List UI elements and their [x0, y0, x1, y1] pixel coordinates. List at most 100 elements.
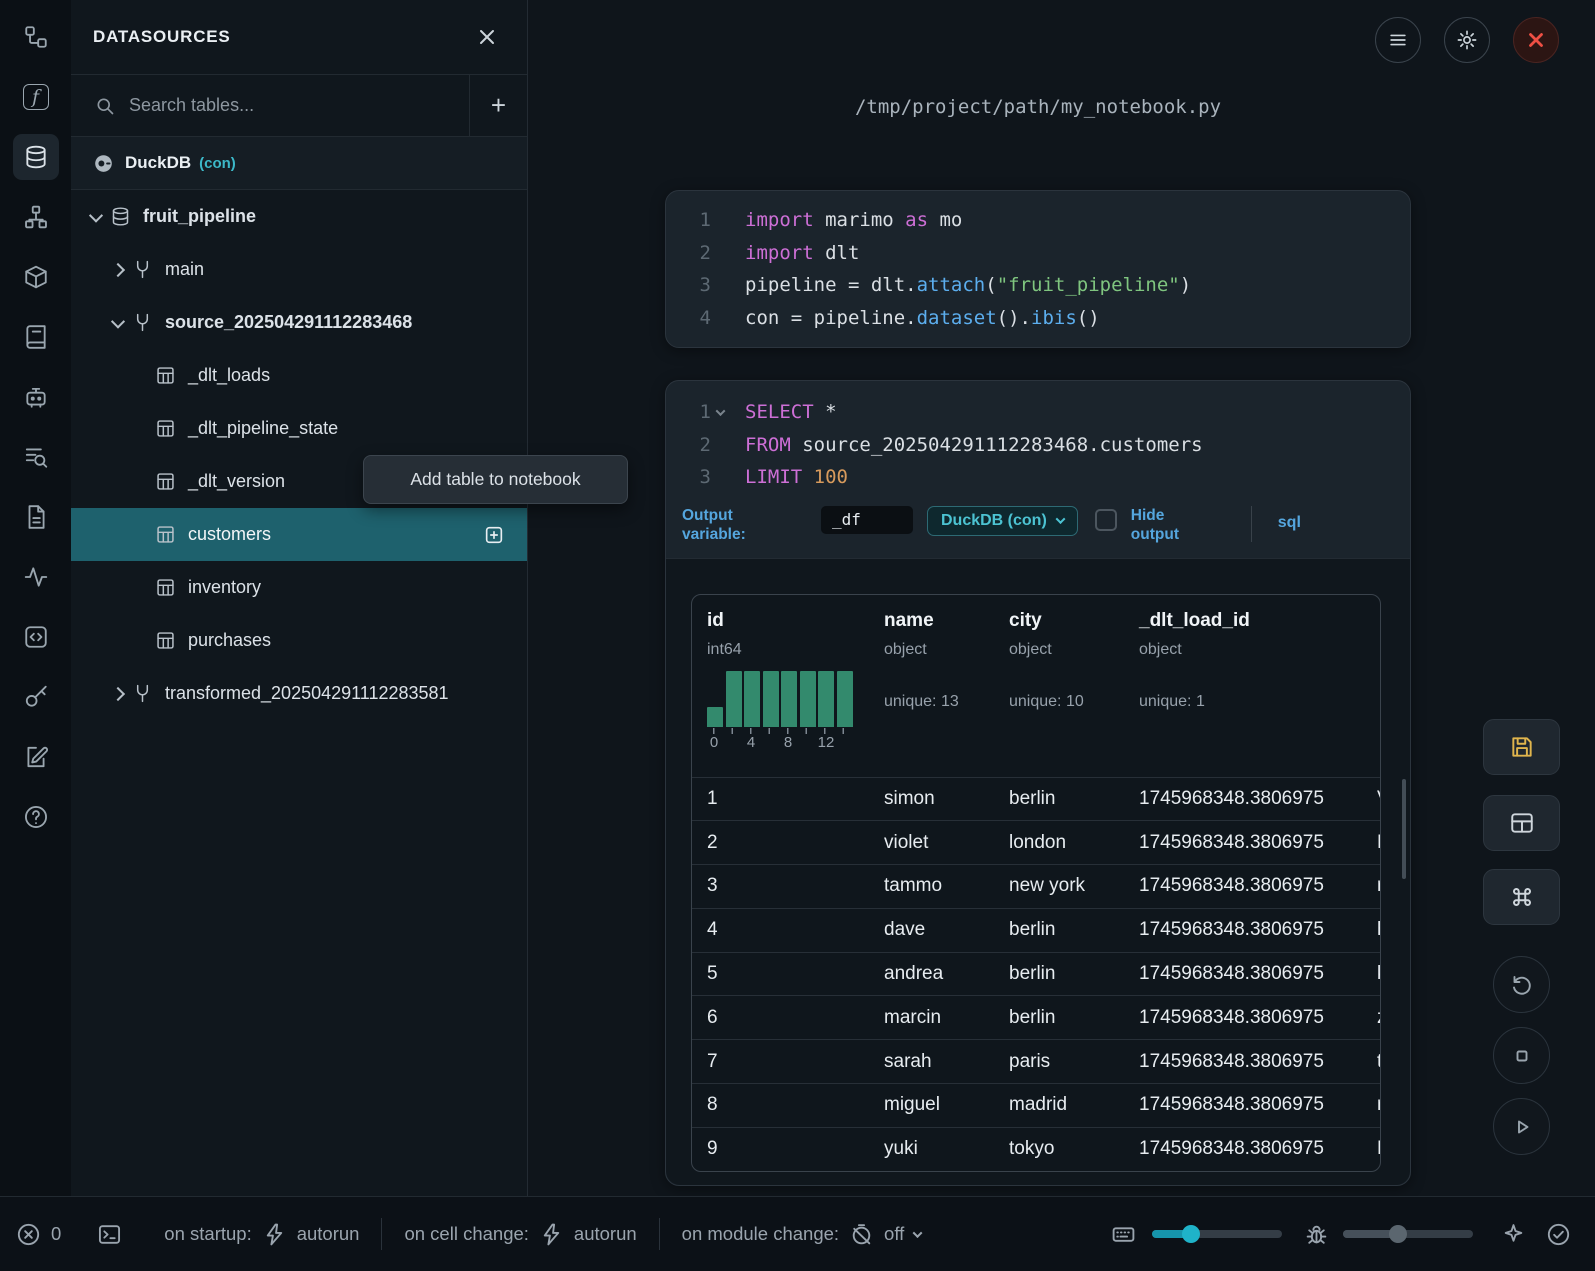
panel-header: DATASOURCES	[71, 0, 527, 75]
window-actions	[1375, 17, 1559, 63]
notebook-filename: /tmp/project/path/my_notebook.py	[665, 96, 1411, 118]
add-datasource-button[interactable]: +	[469, 75, 527, 136]
sql-editor[interactable]: 1SELECT * 2FROM source_20250429111228346…	[666, 381, 1410, 494]
column-header-id[interactable]: id int64 0 4 8 12	[692, 595, 869, 777]
key-icon	[23, 684, 49, 710]
on-startup-setting[interactable]: on startup: autorun	[164, 1222, 359, 1247]
sidebar-tab-dependency-graph[interactable]	[13, 194, 59, 240]
engine-name: DuckDB	[125, 153, 191, 173]
sidebar-tab-annotations[interactable]	[13, 734, 59, 780]
output-variable-input[interactable]	[821, 506, 913, 534]
layout-toggle-button[interactable]	[1483, 795, 1560, 851]
result-table-header: id int64 0 4 8 12	[692, 595, 1380, 777]
tree-item-database-fruit-pipeline[interactable]: fruit_pipeline	[71, 190, 527, 243]
table-row[interactable]: 4daveberlin1745968348.3806975h	[692, 908, 1380, 952]
on-module-change-setting[interactable]: on module change: off	[682, 1222, 922, 1247]
hide-output-checkbox[interactable]	[1095, 509, 1117, 531]
shutdown-button[interactable]	[1513, 17, 1559, 63]
on-cell-change-setting[interactable]: on cell change: autorun	[404, 1222, 636, 1247]
column-header-name[interactable]: name object unique: 13	[869, 595, 994, 777]
table-row[interactable]: 9yukitokyo1745968348.3806975E	[692, 1127, 1380, 1171]
settings-button[interactable]	[1444, 17, 1490, 63]
on-startup-label: on startup:	[164, 1223, 251, 1245]
sidebar-tab-logs[interactable]	[13, 434, 59, 480]
sidebar-tab-functions[interactable]: f	[13, 74, 59, 120]
table-label: _dlt_loads	[188, 365, 270, 386]
language-badge: sql	[1278, 514, 1301, 532]
output-scrollbar[interactable]	[1402, 779, 1406, 879]
save-icon	[1509, 734, 1535, 760]
terminal-button[interactable]	[97, 1222, 122, 1247]
divider	[381, 1218, 382, 1250]
hide-output-label: Hide output	[1131, 506, 1195, 544]
connection-check-icon[interactable]	[1546, 1222, 1571, 1247]
dependency-graph-icon	[23, 204, 49, 230]
search-icon	[95, 96, 115, 116]
tooltip-add-table: Add table to notebook	[363, 455, 628, 504]
sidebar-tab-documentation[interactable]	[13, 314, 59, 360]
id-column-histogram: 0 4 8 12	[707, 671, 856, 752]
table-row[interactable]: 5andreaberlin1745968348.3806975k	[692, 952, 1380, 996]
width-slider[interactable]	[1343, 1230, 1473, 1238]
sidebar-tab-packages[interactable]	[13, 254, 59, 300]
fold-chevron-icon[interactable]	[716, 406, 726, 416]
tree-item-table-customers[interactable]: customers	[71, 508, 527, 561]
add-table-to-notebook-button[interactable]	[483, 524, 505, 546]
search-tables-input[interactable]	[129, 75, 469, 136]
column-header-clipped[interactable]	[1362, 595, 1380, 777]
engine-row-duckdb[interactable]: DuckDB (con)	[71, 137, 527, 190]
run-button[interactable]	[1493, 1098, 1550, 1155]
help-icon	[23, 804, 49, 830]
sidebar-tab-datasources[interactable]	[13, 134, 59, 180]
sidebar-tab-tracing[interactable]	[13, 554, 59, 600]
tree-item-schema-main[interactable]: main	[71, 243, 527, 296]
interrupt-button[interactable]	[1493, 1027, 1550, 1084]
line-number: 4	[666, 302, 711, 335]
line-number: 1	[666, 204, 711, 237]
table-row[interactable]: 2violetlondon1745968348.3806975D	[692, 820, 1380, 864]
sidebar-tab-scratchpad[interactable]	[13, 614, 59, 660]
table-label: customers	[188, 524, 271, 545]
tree-item-table-dlt-loads[interactable]: _dlt_loads	[71, 349, 527, 402]
menu-button[interactable]	[1375, 17, 1421, 63]
cell-actions-stack	[1483, 719, 1560, 1155]
edit-document-icon	[23, 744, 49, 770]
close-panel-button[interactable]	[477, 27, 497, 47]
column-header-city[interactable]: city object unique: 10	[994, 595, 1124, 777]
table-row[interactable]: 3tammonew york1745968348.3806975r	[692, 864, 1380, 908]
schema-label: main	[165, 259, 204, 280]
sidebar-tab-help[interactable]	[13, 794, 59, 840]
robot-icon	[23, 384, 49, 410]
save-button[interactable]	[1483, 719, 1560, 775]
chevron-down-icon	[913, 1228, 923, 1238]
font-size-slider[interactable]	[1152, 1230, 1282, 1238]
datasources-panel: DATASOURCES + DuckDB (con) fruit_pipelin…	[71, 0, 528, 1196]
sidebar-tab-secrets[interactable]	[13, 674, 59, 720]
engine-selector-dropdown[interactable]: DuckDB (con)	[927, 506, 1078, 536]
command-icon	[1509, 884, 1535, 910]
keyboard-shortcuts-button[interactable]	[1483, 869, 1560, 925]
table-row[interactable]: 1simonberlin1745968348.3806975V	[692, 777, 1380, 821]
sidebar-tab-ai-chat[interactable]	[13, 374, 59, 420]
line-number: 3	[666, 461, 711, 494]
table-row[interactable]: 6marcinberlin1745968348.3806975z	[692, 995, 1380, 1039]
table-icon	[155, 471, 176, 492]
table-row[interactable]: 7sarahparis1745968348.3806975t	[692, 1039, 1380, 1083]
tree-item-schema-source[interactable]: source_202504291112283468	[71, 296, 527, 349]
table-row[interactable]: 8miguelmadrid1745968348.3806975r	[692, 1083, 1380, 1127]
sql-cell[interactable]: 1SELECT * 2FROM source_20250429111228346…	[665, 380, 1411, 1186]
sidebar-tab-snippets[interactable]	[13, 494, 59, 540]
gear-icon	[1456, 29, 1478, 51]
result-table: id int64 0 4 8 12	[691, 594, 1381, 1172]
tree-item-table-purchases[interactable]: purchases	[71, 614, 527, 667]
column-header-dlt-load-id[interactable]: _dlt_load_id object unique: 1	[1124, 595, 1362, 777]
schema-icon	[132, 259, 153, 280]
tree-item-table-dlt-pipeline-state[interactable]: _dlt_pipeline_state	[71, 402, 527, 455]
sidebar-tab-file-tree[interactable]	[13, 14, 59, 60]
tree-item-schema-transformed[interactable]: transformed_202504291112283581	[71, 667, 527, 720]
engine-connection: (con)	[199, 155, 236, 172]
error-counter[interactable]: 0	[16, 1222, 61, 1247]
undo-button[interactable]	[1493, 956, 1550, 1013]
code-cell-imports[interactable]: 1import marimo as mo 2import dlt 3pipeli…	[665, 190, 1411, 348]
tree-item-table-inventory[interactable]: inventory	[71, 561, 527, 614]
